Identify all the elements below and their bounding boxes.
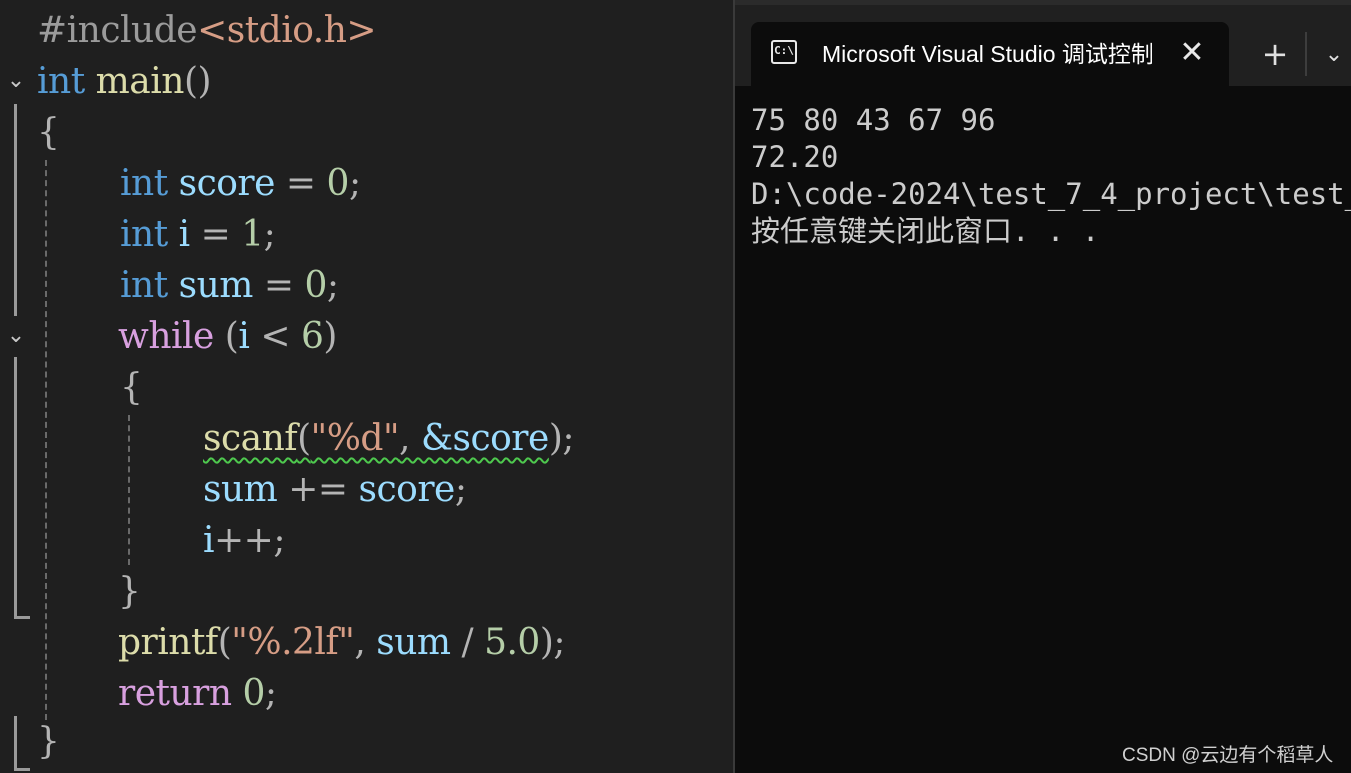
outline-bar-main-upper xyxy=(14,104,17,316)
main-parens: () xyxy=(183,61,212,102)
score-variable: score xyxy=(178,163,276,204)
right-paren: ) xyxy=(548,418,563,459)
debug-console-window: C:\ Microsoft Visual Studio 调试控制台 ✕ + ⌄ … xyxy=(733,0,1351,773)
code-line-15: } xyxy=(37,716,60,767)
tab-title: Microsoft Visual Studio 调试控制台 xyxy=(822,41,1152,67)
main-function-name: main xyxy=(95,61,185,102)
collapse-main-icon[interactable]: ⌄ xyxy=(2,67,30,95)
format-string-lf: "%.2lf" xyxy=(231,622,355,663)
terminal-tab[interactable]: C:\ Microsoft Visual Studio 调试控制台 ✕ xyxy=(751,22,1229,86)
semicolon: ; xyxy=(326,265,339,306)
console-line-prompt: 按任意键关闭此窗口. . . xyxy=(751,214,1100,248)
right-paren: ) xyxy=(323,316,337,357)
code-line-10: sum += score; xyxy=(203,464,467,515)
format-string-d: "%d" xyxy=(310,418,400,459)
collapse-while-icon[interactable]: ⌄ xyxy=(2,322,30,350)
outline-bar-while-end xyxy=(14,616,30,619)
outline-bar-while xyxy=(14,357,17,618)
code-line-13: printf("%.2lf", sum / 5.0); xyxy=(118,617,566,668)
five-literal: 5.0 xyxy=(484,622,540,663)
close-tab-icon[interactable]: ✕ xyxy=(1175,36,1209,70)
outline-bar-main-foot xyxy=(14,768,30,771)
code-line-14: return 0; xyxy=(118,668,277,719)
main-open-brace: { xyxy=(37,112,60,153)
semicolon: ; xyxy=(562,418,574,459)
int-keyword: int xyxy=(37,61,85,102)
sum-variable: sum xyxy=(178,265,254,306)
code-line-4: int score = 0; xyxy=(120,158,361,209)
console-icon: C:\ xyxy=(771,40,797,64)
int-keyword: int xyxy=(120,214,168,255)
right-paren: ) xyxy=(539,622,554,663)
semicolon: ; xyxy=(553,622,566,663)
terminal-tab-strip: C:\ Microsoft Visual Studio 调试控制台 ✕ + ⌄ xyxy=(735,0,1351,86)
six-literal: 6 xyxy=(300,316,324,357)
increment-operator: ++ xyxy=(214,520,274,561)
console-output[interactable]: 75 80 43 67 96 72.20 D:\code-2024\test_7… xyxy=(751,102,1351,250)
assign-operator: = xyxy=(285,163,316,204)
code-line-6: int sum = 0; xyxy=(120,260,339,311)
include-header: <stdio.h> xyxy=(197,10,377,51)
int-keyword: int xyxy=(120,265,168,306)
while-open-brace: { xyxy=(120,367,143,408)
outline-bar-main-end xyxy=(14,716,17,771)
main-close-brace: } xyxy=(37,721,60,762)
code-editor[interactable]: ⌄ ⌄ #include<stdio.h> int main() { int s… xyxy=(0,0,733,773)
console-line-path: D:\code-2024\test_7_4_project\test_7_4_p… xyxy=(751,177,1351,211)
comma: , xyxy=(354,622,366,663)
i-variable: i xyxy=(238,316,250,357)
tab-separator xyxy=(1305,32,1307,76)
semicolon: ; xyxy=(264,673,277,714)
printf-function: printf xyxy=(118,622,218,663)
address-of-score: &score xyxy=(420,418,549,459)
code-line-3: { xyxy=(37,107,60,158)
zero-literal: 0 xyxy=(304,265,328,306)
code-line-5: int i = 1; xyxy=(120,209,276,260)
scanf-function: scanf xyxy=(203,418,298,459)
code-line-7: while (i < 6) xyxy=(118,311,337,362)
terminal-top-border xyxy=(735,0,1351,5)
semicolon: ; xyxy=(454,469,467,510)
zero-literal: 0 xyxy=(326,163,350,204)
while-close-brace: } xyxy=(118,571,141,612)
comma: , xyxy=(399,418,410,459)
sum-variable: sum xyxy=(203,469,278,510)
assign-operator: = xyxy=(263,265,294,306)
code-line-11: i++; xyxy=(203,515,285,566)
left-paren: ( xyxy=(297,418,311,459)
indent-guide-while xyxy=(128,415,130,565)
one-literal: 1 xyxy=(241,214,264,255)
new-tab-button[interactable]: + xyxy=(1255,34,1295,74)
indent-guide-main xyxy=(45,160,47,720)
score-variable: score xyxy=(358,469,456,510)
int-keyword: int xyxy=(120,163,168,204)
while-keyword: while xyxy=(118,316,214,357)
code-line-12: } xyxy=(118,566,141,617)
include-keyword: #include xyxy=(37,10,198,51)
semicolon: ; xyxy=(263,214,276,255)
divide-operator: / xyxy=(461,622,474,663)
assign-operator: = xyxy=(200,214,231,255)
left-paren: ( xyxy=(217,622,232,663)
less-than-operator: < xyxy=(260,316,290,357)
code-line-1: #include<stdio.h> xyxy=(37,5,377,56)
warning-squiggle[interactable]: scanf("%d", &score xyxy=(203,418,549,459)
i-variable: i xyxy=(178,214,191,255)
i-variable: i xyxy=(203,520,215,561)
return-keyword: return xyxy=(118,673,232,714)
console-line-result: 72.20 xyxy=(751,140,839,174)
zero-literal: 0 xyxy=(242,673,266,714)
chevron-down-icon[interactable]: ⌄ xyxy=(1319,38,1349,72)
code-line-8: { xyxy=(120,362,143,413)
code-line-9: scanf("%d", &score); xyxy=(203,413,574,464)
semicolon: ; xyxy=(348,163,361,204)
console-line-input: 75 80 43 67 96 xyxy=(751,103,996,137)
code-line-2: int main() xyxy=(37,56,212,107)
watermark: CSDN @云边有个稻草人 xyxy=(1122,745,1334,766)
sum-variable: sum xyxy=(376,622,451,663)
semicolon: ; xyxy=(273,520,285,561)
plus-assign-operator: += xyxy=(288,469,348,510)
left-paren: ( xyxy=(224,316,239,357)
